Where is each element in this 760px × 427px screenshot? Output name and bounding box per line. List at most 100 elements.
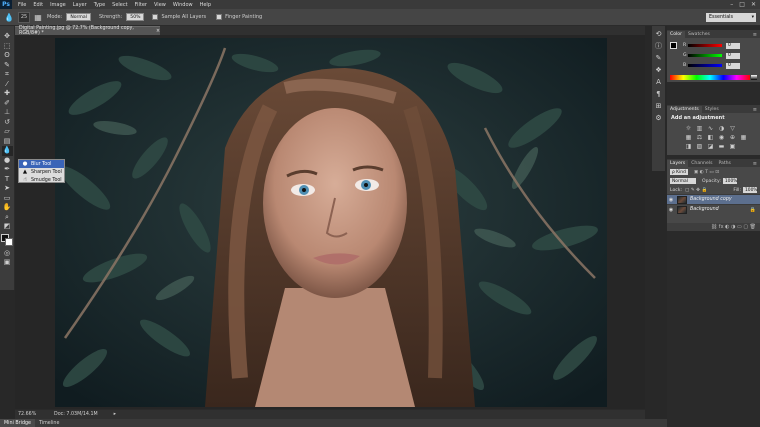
quick-selection-tool-icon[interactable]: ✎: [2, 61, 13, 71]
blue-slider-row[interactable]: B 0: [683, 62, 757, 69]
document-tab-close-icon[interactable]: ×: [156, 29, 160, 34]
tab-channels[interactable]: Channels: [688, 160, 715, 167]
eye-icon[interactable]: ◉: [667, 197, 675, 203]
tab-adjustments[interactable]: Adjustments: [667, 106, 702, 113]
quick-mask-icon[interactable]: ◎: [2, 249, 13, 259]
gradient-tool-icon[interactable]: ▤: [2, 137, 13, 147]
opacity-field[interactable]: 100%: [722, 178, 737, 184]
red-value-field[interactable]: 0: [726, 42, 740, 49]
blue-slider[interactable]: [688, 64, 722, 67]
menu-layer[interactable]: Layer: [73, 2, 87, 8]
tab-timeline[interactable]: Timeline: [35, 419, 63, 427]
mode-select[interactable]: Normal: [66, 13, 91, 21]
curves-icon[interactable]: ∿: [707, 125, 714, 132]
history-panel-icon[interactable]: ⟲: [654, 30, 663, 39]
blur-tool-preset-icon[interactable]: 💧: [4, 12, 14, 22]
menu-edit[interactable]: Edit: [33, 2, 43, 8]
levels-icon[interactable]: ▥: [696, 125, 703, 132]
layer-actions-icons[interactable]: ⛓ fx ◐ ◑ ▭ ▢ 🗑: [711, 224, 756, 230]
finger-painting-checkbox[interactable]: [216, 14, 223, 20]
background-color-swatch[interactable]: [5, 237, 13, 246]
zoom-level[interactable]: 72.66%: [18, 412, 36, 417]
type-tool-icon[interactable]: T: [2, 175, 13, 185]
tab-mini-bridge[interactable]: Mini Bridge: [0, 419, 36, 427]
blend-mode-select[interactable]: Normal: [670, 178, 696, 184]
blur-tool-icon[interactable]: 💧: [1, 146, 13, 156]
healing-brush-tool-icon[interactable]: ✚: [2, 89, 13, 99]
flyout-sharpen-tool[interactable]: ▲ Sharpen Tool: [19, 168, 64, 176]
green-slider-row[interactable]: G 0: [683, 52, 757, 59]
close-button[interactable]: ✕: [751, 1, 756, 8]
clone-stamp-tool-icon[interactable]: ⊥: [2, 108, 13, 118]
exposure-icon[interactable]: ◑: [718, 125, 725, 132]
pen-tool-icon[interactable]: ✒: [2, 165, 13, 175]
properties-panel-icon[interactable]: ⓘ: [654, 42, 663, 51]
color-balance-icon[interactable]: ⚖: [696, 134, 703, 141]
maximize-button[interactable]: □: [739, 1, 745, 8]
lasso-tool-icon[interactable]: ʘ: [2, 51, 13, 61]
black-white-icon[interactable]: ◧: [707, 134, 714, 141]
layer-row[interactable]: ◉ Background 🔒: [667, 204, 760, 214]
hand-tool-icon[interactable]: ✋: [2, 203, 13, 213]
minimize-button[interactable]: –: [730, 1, 733, 8]
blue-value-field[interactable]: 0: [726, 62, 740, 69]
brush-panel-icon[interactable]: ▦: [33, 12, 43, 22]
vibrance-icon[interactable]: ▽: [729, 125, 736, 132]
fill-field[interactable]: 100%: [743, 187, 758, 193]
history-brush-tool-icon[interactable]: ↺: [2, 118, 13, 128]
flyout-smudge-tool[interactable]: ☝ Smudge Tool: [19, 176, 64, 184]
selective-color-icon[interactable]: ▣: [729, 143, 736, 150]
panel-menu-icon[interactable]: ≡: [753, 107, 760, 113]
panel-menu-icon[interactable]: ≡: [753, 32, 760, 38]
sample-all-layers-checkbox[interactable]: [152, 14, 159, 20]
eraser-tool-icon[interactable]: ▱: [2, 127, 13, 137]
green-slider[interactable]: [688, 54, 722, 57]
green-value-field[interactable]: 0: [726, 52, 740, 59]
clone-source-icon[interactable]: ⊞: [654, 102, 663, 111]
color-spectrum-bar[interactable]: [670, 75, 750, 80]
menu-file[interactable]: File: [18, 2, 26, 8]
document-tab[interactable]: Digital Painting.jpg @ 72.7% (Background…: [15, 26, 160, 36]
tab-color[interactable]: Color: [667, 31, 685, 38]
tab-styles[interactable]: Styles: [702, 106, 722, 113]
menu-select[interactable]: Select: [112, 2, 127, 8]
layer-filter-icons[interactable]: ▣ ◐ T ▭ ⊡: [694, 170, 719, 175]
paragraph-panel-icon[interactable]: ¶: [654, 90, 663, 99]
black-white-ramp[interactable]: [751, 75, 757, 80]
workspace-select[interactable]: Essentials ▾: [706, 13, 756, 22]
menu-type[interactable]: Type: [94, 2, 105, 8]
brush-tool-icon[interactable]: ✐: [2, 99, 13, 109]
color-fg-bg-icon[interactable]: [670, 42, 680, 52]
document-info[interactable]: Doc: 7.03M/14.1M: [54, 412, 98, 417]
layer-row[interactable]: ◉ Background copy: [667, 194, 760, 204]
eyedropper-tool-icon[interactable]: ⁄: [2, 80, 13, 90]
panel-menu-icon[interactable]: ≡: [753, 161, 760, 167]
status-arrow-icon[interactable]: ▸: [114, 412, 116, 417]
character-panel-icon[interactable]: A: [654, 78, 663, 87]
menu-window[interactable]: Window: [173, 2, 193, 8]
gradient-map-icon[interactable]: ▬: [718, 143, 725, 150]
strength-field[interactable]: 50%: [126, 13, 145, 21]
menu-filter[interactable]: Filter: [135, 2, 147, 8]
lock-options-icons[interactable]: ▢ ✎ ✥ 🔒: [685, 188, 707, 193]
screen-mode-icon[interactable]: ▣: [2, 258, 13, 268]
tool-presets-icon[interactable]: ⚙: [654, 114, 663, 123]
brush-panel-icon[interactable]: ✎: [654, 54, 663, 63]
channel-mixer-icon[interactable]: ⊕: [729, 134, 736, 141]
brush-size-picker[interactable]: 25: [18, 11, 30, 23]
dodge-tool-icon[interactable]: ●: [2, 156, 13, 166]
marquee-tool-icon[interactable]: ⬚: [2, 42, 13, 52]
photo-filter-icon[interactable]: ◉: [718, 134, 725, 141]
zoom-tool-icon[interactable]: ⌕: [2, 213, 13, 223]
color-lookup-icon[interactable]: ▦: [740, 134, 747, 141]
path-selection-tool-icon[interactable]: ➤: [2, 184, 13, 194]
posterize-icon[interactable]: ▨: [696, 143, 703, 150]
layer-filter-select[interactable]: ρ Kind: [670, 169, 688, 175]
red-slider[interactable]: [688, 44, 722, 47]
brush-presets-icon[interactable]: ❖: [654, 66, 663, 75]
canvas-image[interactable]: [55, 38, 607, 407]
tab-paths[interactable]: Paths: [715, 160, 734, 167]
move-tool-icon[interactable]: ✥: [2, 32, 13, 42]
red-slider-row[interactable]: R 0: [683, 42, 757, 49]
eye-icon[interactable]: ◉: [667, 207, 675, 213]
